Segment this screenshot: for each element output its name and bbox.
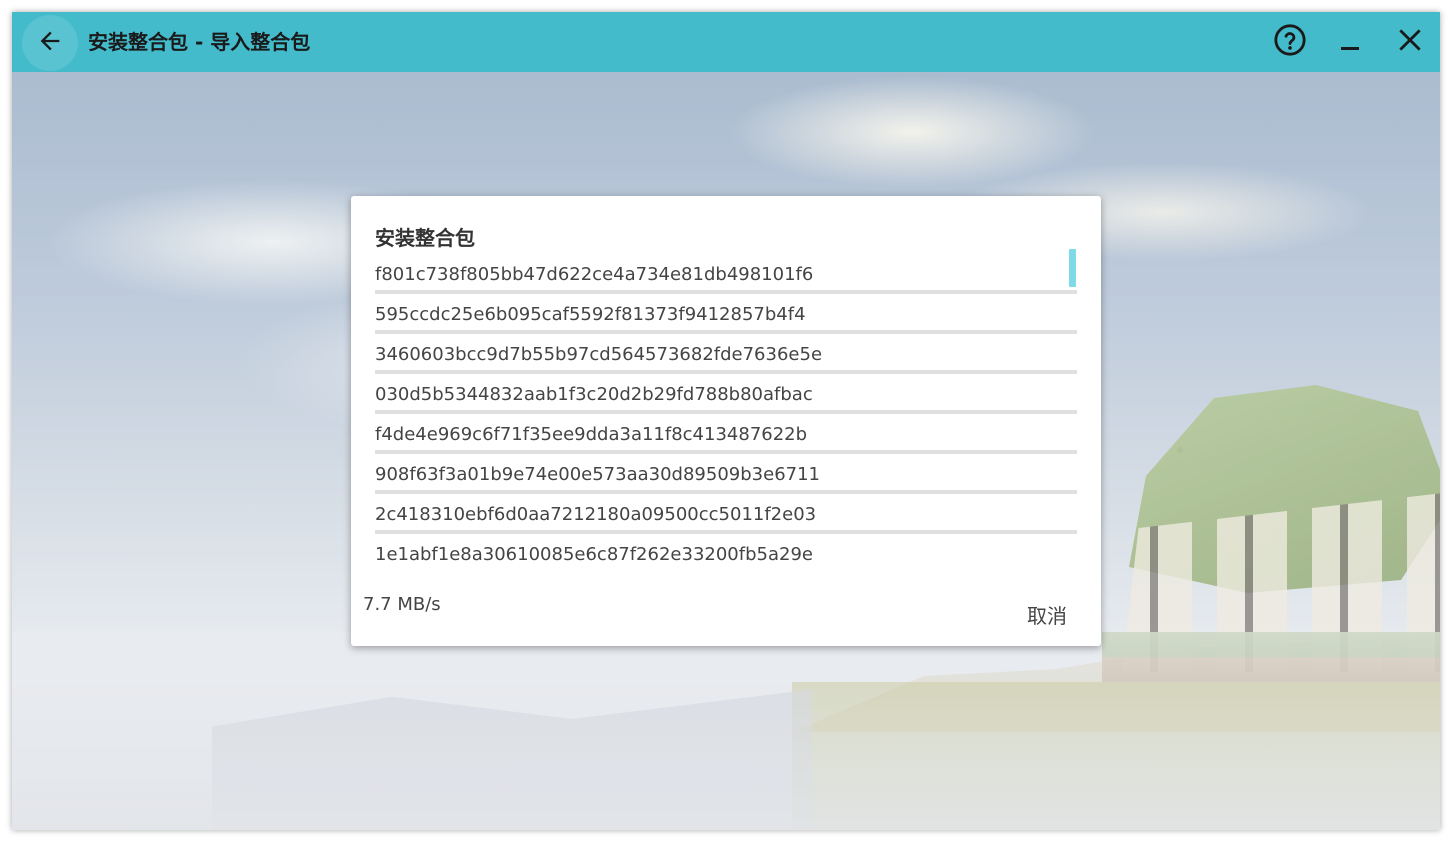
task-hash: 3460603bcc9d7b55b97cd564573682fde7636e5e: [375, 344, 823, 365]
task-hash: 1e1abf1e8a30610085e6c87f262e33200fb5a29e: [375, 544, 813, 565]
task-hash: 595ccdc25e6b095caf5592f81373f9412857b4f4: [375, 304, 806, 325]
dialog-title: 安装整合包: [375, 226, 475, 250]
help-circle-icon: [1273, 23, 1307, 61]
task-hash: 908f63f3a01b9e74e00e573aa30d89509b3e6711: [375, 464, 820, 485]
list-item: 1e1abf1e8a30610085e6c87f262e33200fb5a29e: [375, 536, 1077, 576]
task-hash: f4de4e969c6f71f35ee9dda3a11f8c413487622b: [375, 424, 808, 445]
list-item: 908f63f3a01b9e74e00e573aa30d89509b3e6711: [375, 456, 1077, 496]
list-item: f801c738f805bb47d622ce4a734e81db498101f6: [375, 256, 1077, 296]
list-item: 595ccdc25e6b095caf5592f81373f9412857b4f4: [375, 296, 1077, 336]
install-modpack-dialog: 安装整合包 f801c738f805bb47d622ce4a734e81db49…: [351, 196, 1101, 646]
task-list[interactable]: f801c738f805bb47d622ce4a734e81db498101f6…: [375, 256, 1077, 576]
scrollbar-thumb[interactable]: [1069, 249, 1076, 287]
minimize-icon: [1338, 28, 1362, 56]
app-window: 安装整合包 - 导入整合包 安装整合包 f801c738f805bb47d622…: [12, 12, 1440, 830]
progress-bar: [375, 410, 1077, 414]
cancel-button[interactable]: 取消: [1027, 600, 1067, 629]
back-button[interactable]: [22, 15, 78, 71]
progress-bar: [375, 490, 1077, 494]
list-item: 3460603bcc9d7b55b97cd564573682fde7636e5e: [375, 336, 1077, 376]
task-hash: 030d5b5344832aab1f3c20d2b29fd788b80afbac: [375, 384, 813, 405]
progress-bar: [375, 290, 1077, 294]
list-item: 2c418310ebf6d0aa7212180a09500cc5011f2e03: [375, 496, 1077, 536]
arrow-left-icon: [36, 27, 64, 59]
close-icon: [1397, 27, 1423, 57]
window-title: 安装整合包 - 导入整合包: [88, 30, 311, 54]
help-button[interactable]: [1272, 24, 1308, 60]
minimize-button[interactable]: [1332, 24, 1368, 60]
task-hash: 2c418310ebf6d0aa7212180a09500cc5011f2e03: [375, 504, 817, 525]
list-item: 030d5b5344832aab1f3c20d2b29fd788b80afbac: [375, 376, 1077, 416]
title-bar: 安装整合包 - 导入整合包: [12, 12, 1440, 72]
progress-bar: [375, 370, 1077, 374]
download-speed: 7.7 MB/s: [363, 594, 441, 615]
close-button[interactable]: [1392, 24, 1428, 60]
task-hash: f801c738f805bb47d622ce4a734e81db498101f6: [375, 264, 814, 285]
list-item: f4de4e969c6f71f35ee9dda3a11f8c413487622b: [375, 416, 1077, 456]
progress-bar: [375, 530, 1077, 534]
progress-bar: [375, 330, 1077, 334]
progress-bar: [375, 450, 1077, 454]
